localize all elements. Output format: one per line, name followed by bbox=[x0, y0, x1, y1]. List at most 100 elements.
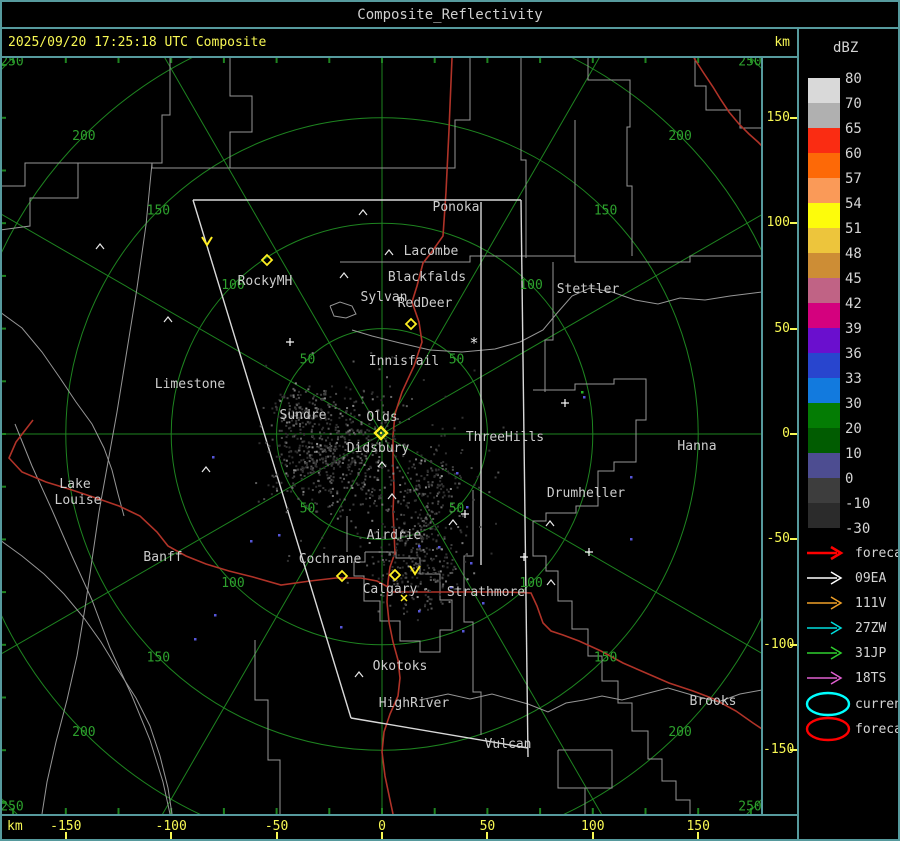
echo-speckle bbox=[424, 458, 427, 461]
city-label: Sundre bbox=[280, 408, 327, 423]
echo-speckle bbox=[331, 385, 334, 388]
echo-speckle bbox=[426, 474, 429, 477]
echo-speckle bbox=[494, 476, 497, 479]
echo-speckle bbox=[428, 509, 431, 512]
echo-speckle bbox=[451, 558, 454, 561]
echo-speckle bbox=[303, 474, 306, 477]
echo-speckle bbox=[436, 486, 439, 489]
echo-speckle bbox=[369, 475, 372, 478]
legend-arrow-label: 111V bbox=[855, 596, 887, 611]
echo-speckle bbox=[322, 457, 325, 460]
echo-speckle bbox=[426, 608, 429, 611]
echo-speckle bbox=[330, 419, 333, 422]
echo-speckle bbox=[315, 485, 318, 488]
echo-speckle bbox=[312, 395, 315, 398]
echo-speckle bbox=[341, 480, 344, 483]
station-diamond-marker bbox=[335, 569, 349, 583]
frame-line bbox=[0, 27, 900, 29]
echo-speckle bbox=[424, 603, 427, 606]
caret-marker bbox=[387, 493, 397, 500]
echo-speckle bbox=[345, 410, 348, 413]
echo-speckle bbox=[272, 475, 275, 478]
echo-speckle bbox=[403, 495, 406, 498]
echo-speckle bbox=[452, 568, 455, 571]
echo-speckle bbox=[308, 401, 311, 404]
echo-speckle bbox=[358, 468, 361, 471]
echo-speckle bbox=[427, 502, 430, 505]
echo-speckle bbox=[361, 503, 364, 506]
title-bar[interactable]: Composite_Reflectivity bbox=[0, 0, 900, 27]
echo-speckle bbox=[311, 489, 314, 492]
city-label: Calgary bbox=[363, 582, 418, 597]
echo-speckle bbox=[386, 572, 389, 575]
echo-speckle bbox=[402, 560, 405, 563]
echo-speckle bbox=[324, 457, 327, 460]
echo-speckle bbox=[288, 455, 291, 458]
echo-speckle bbox=[341, 509, 344, 512]
echo-speckle bbox=[378, 456, 381, 459]
echo-speckle bbox=[405, 562, 408, 565]
colorbar-band bbox=[808, 478, 840, 503]
radar-map[interactable]: *50 5050 50100 100100 100150 150150 150200 2002… bbox=[0, 57, 762, 814]
echo-speckle bbox=[339, 465, 342, 468]
echo-speckle bbox=[461, 449, 464, 452]
echo-speckle bbox=[365, 437, 368, 440]
echo-speckle bbox=[346, 466, 349, 469]
colorbar-band bbox=[808, 378, 840, 403]
echo-speckle bbox=[419, 580, 422, 583]
vee-marker bbox=[201, 236, 213, 247]
echo-speckle bbox=[319, 453, 322, 456]
echo-speckle bbox=[291, 456, 294, 459]
echo-speckle bbox=[445, 553, 448, 556]
echo-dot-blue bbox=[340, 626, 343, 629]
echo-speckle bbox=[424, 594, 427, 597]
echo-speckle bbox=[283, 396, 286, 399]
echo-speckle bbox=[321, 398, 324, 401]
echo-speckle bbox=[342, 473, 345, 476]
echo-speckle bbox=[437, 503, 440, 506]
echo-speckle bbox=[420, 517, 423, 520]
ring-distance-label: 50 bbox=[300, 502, 316, 517]
echo-speckle bbox=[429, 602, 432, 605]
echo-speckle bbox=[434, 528, 437, 531]
echo-speckle bbox=[435, 555, 438, 558]
city-label: Drumheller bbox=[547, 486, 625, 501]
echo-speckle bbox=[316, 442, 319, 445]
echo-speckle bbox=[410, 548, 413, 551]
echo-speckle bbox=[407, 565, 410, 568]
echo-speckle bbox=[402, 404, 405, 407]
echo-speckle bbox=[427, 567, 430, 570]
echo-speckle bbox=[316, 393, 319, 396]
echo-speckle bbox=[351, 457, 354, 460]
echo-speckle bbox=[366, 469, 369, 472]
county-boundary bbox=[229, 58, 471, 169]
echo-speckle bbox=[448, 601, 451, 604]
colorbar-band bbox=[808, 403, 840, 428]
echo-speckle bbox=[439, 570, 442, 573]
echo-speckle bbox=[291, 486, 294, 489]
echo-speckle bbox=[399, 490, 402, 493]
echo-speckle bbox=[331, 404, 334, 407]
echo-speckle bbox=[439, 480, 442, 483]
echo-speckle bbox=[373, 489, 376, 492]
echo-speckle bbox=[300, 477, 303, 480]
legend-ellipse-label: forecast bbox=[855, 722, 900, 737]
ring-distance-label: 250 bbox=[0, 57, 23, 69]
echo-speckle bbox=[323, 432, 326, 435]
echo-speckle bbox=[380, 494, 383, 497]
echo-speckle bbox=[426, 505, 429, 508]
echo-speckle bbox=[295, 397, 298, 400]
echo-speckle bbox=[359, 457, 362, 460]
echo-speckle bbox=[319, 444, 322, 447]
city-label: Didsbury bbox=[347, 441, 410, 456]
echo-speckle bbox=[336, 438, 339, 441]
echo-speckle bbox=[271, 438, 274, 441]
county-boundary bbox=[544, 262, 554, 392]
echo-speckle bbox=[415, 542, 418, 545]
echo-speckle bbox=[361, 459, 364, 462]
echo-speckle bbox=[316, 510, 319, 513]
echo-speckle bbox=[317, 480, 320, 483]
echo-speckle bbox=[443, 434, 446, 437]
echo-speckle bbox=[257, 500, 260, 503]
echo-speckle bbox=[387, 469, 390, 472]
